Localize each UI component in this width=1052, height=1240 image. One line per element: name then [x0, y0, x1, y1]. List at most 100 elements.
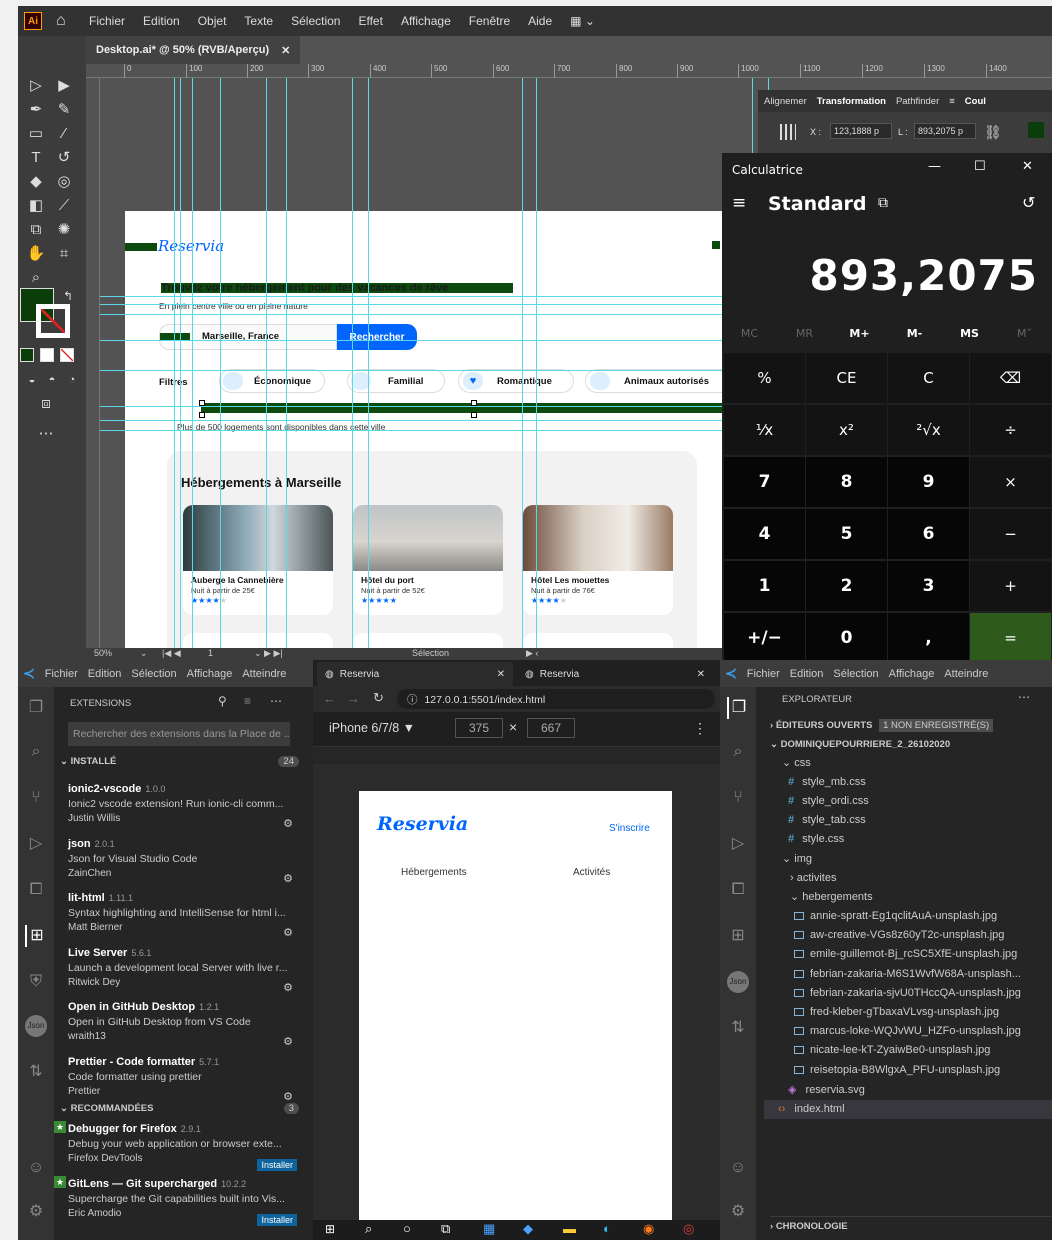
store-icon[interactable]: ◆	[523, 1221, 533, 1237]
file-image[interactable]: febrian-zakaria-M6S1WvfW68A-unsplash...	[794, 965, 1021, 984]
info-icon[interactable]: ⓘ	[407, 694, 418, 706]
workspace-switcher-icon[interactable]: ▦ ⌄	[561, 14, 604, 28]
selection-tool-icon[interactable]: ▷	[26, 76, 46, 96]
recommended-section-header[interactable]: ⌄ RECOMMANDÉES 3	[54, 1103, 299, 1119]
calc-key[interactable]: −	[970, 509, 1051, 559]
account-icon[interactable]: ☺	[25, 1157, 47, 1179]
menu-atteindre[interactable]: Atteindre	[237, 668, 291, 680]
calc-key[interactable]: 7	[724, 457, 805, 507]
calc-key[interactable]: 9	[888, 457, 969, 507]
menu-edition[interactable]: Edition	[83, 668, 127, 680]
more-tools-icon[interactable]: ⋯	[36, 424, 56, 444]
color-swatch[interactable]	[1028, 122, 1044, 138]
gear-icon[interactable]: ⚙	[283, 1035, 293, 1048]
file-image[interactable]: aw-creative-VGs8z60yT2c-unsplash.jpg	[794, 926, 1004, 945]
selection-handle[interactable]	[471, 412, 477, 418]
guide-line[interactable]	[266, 78, 267, 648]
zoom-level[interactable]: 50%	[94, 648, 112, 658]
menu-selection[interactable]: Sélection	[282, 14, 349, 28]
file-image[interactable]: febrian-zakaria-sjvU0THccQA-unsplash.jpg	[794, 984, 1021, 1003]
account-icon[interactable]: ☺	[727, 1157, 749, 1179]
memory-add-button[interactable]: M+	[832, 327, 887, 349]
close-icon[interactable]: ✕	[497, 669, 505, 680]
pull-request-icon[interactable]: ⇅	[727, 1017, 749, 1039]
panel-tab-transform[interactable]: Transformation	[817, 96, 886, 107]
type-tool-icon[interactable]: T	[26, 148, 46, 168]
browser-tab[interactable]: ◍ Reservia ✕	[517, 662, 713, 686]
file-image[interactable]: annie-spratt-Eg1qclitAuA-unsplash.jpg	[794, 907, 997, 926]
menu-affichage[interactable]: Affichage	[884, 668, 940, 680]
next-page-icon[interactable]: ⌄ ▶ ▶|	[254, 648, 283, 659]
extension-item[interactable]: json 2.0.1 Json for Visual Studio Code Zain…	[54, 836, 299, 890]
calc-key[interactable]: +/−	[724, 613, 805, 663]
calc-key[interactable]: 1	[724, 561, 805, 611]
eyedropper-tool-icon[interactable]: ⟋	[54, 196, 74, 216]
file-reservia-svg[interactable]: ◈ reservia.svg	[788, 1081, 865, 1100]
chrome-icon[interactable]: ◎	[683, 1221, 694, 1237]
extensions-search-input[interactable]: Rechercher des extensions dans la Place …	[68, 722, 290, 746]
calc-key[interactable]: 6	[888, 509, 969, 559]
keep-on-top-icon[interactable]: ⧉	[878, 195, 888, 211]
page-number[interactable]: 1	[208, 648, 213, 658]
guide-line[interactable]	[220, 78, 221, 648]
menu-effet[interactable]: Effet	[349, 14, 391, 28]
menu-fenetre[interactable]: Fenêtre	[460, 14, 519, 28]
guide-line[interactable]	[100, 296, 800, 297]
file-index-html[interactable]: ‹› index.html	[764, 1100, 1052, 1119]
gear-icon[interactable]: ⚙	[727, 1201, 749, 1223]
file-css[interactable]: # style_ordi.css	[788, 792, 869, 811]
menu-affichage[interactable]: Affichage	[182, 668, 238, 680]
close-icon[interactable]: ✕	[281, 44, 290, 57]
gear-icon[interactable]: ⚙	[283, 926, 293, 939]
explorer-icon[interactable]: ❐	[25, 697, 47, 719]
calc-key[interactable]: ×	[970, 457, 1051, 507]
hand-tool-icon[interactable]: ✋	[26, 244, 46, 264]
menu-selection[interactable]: Sélection	[828, 668, 883, 680]
zoom-tool-icon[interactable]: ⌕	[26, 268, 46, 288]
brush-tool-icon[interactable]: ⁄	[54, 124, 74, 144]
extension-item[interactable]: ★ GitLens — Git supercharged 10.2.2 Superch…	[54, 1175, 299, 1230]
install-button[interactable]: Installer	[257, 1159, 297, 1171]
close-icon[interactable]: ✕	[1022, 159, 1033, 174]
memory-store-button[interactable]: MS	[942, 327, 997, 349]
reload-icon[interactable]: ↻	[373, 690, 384, 706]
gear-icon[interactable]: ⚙	[283, 981, 293, 994]
guide-line[interactable]	[100, 340, 800, 341]
memory-list-button[interactable]: M˅	[997, 327, 1052, 349]
panel-tab-color[interactable]: Coul	[965, 96, 986, 107]
cortana-icon[interactable]: ○	[403, 1221, 411, 1236]
back-icon[interactable]: ←	[323, 691, 336, 706]
guide-line[interactable]	[100, 420, 800, 421]
search-icon[interactable]: ⌕	[365, 1221, 372, 1237]
address-bar[interactable]: ⓘ 127.0.0.1:5501/index.html	[397, 689, 715, 709]
install-button[interactable]: Installer	[257, 1213, 297, 1226]
browser-tab-active[interactable]: ◍ Reservia ✕	[317, 662, 513, 686]
remote-explorer-icon[interactable]: ⧠	[25, 879, 47, 901]
filter-icon[interactable]: ⚲	[218, 694, 227, 708]
blend-tool-icon[interactable]: ⧉	[26, 220, 46, 240]
run-debug-icon[interactable]: ▷	[25, 833, 47, 855]
memory-subtract-button[interactable]: M-	[887, 327, 942, 349]
edge-icon[interactable]: ◐	[603, 1221, 611, 1236]
source-control-icon[interactable]: ⑂	[727, 787, 749, 809]
folder-activites[interactable]: › activites	[790, 869, 836, 888]
guide-line[interactable]	[352, 78, 353, 648]
json-icon[interactable]: Json	[727, 971, 749, 993]
menu-edition[interactable]: Edition	[134, 14, 189, 28]
panel-tab-pathfinder[interactable]: Pathfinder	[896, 96, 939, 107]
windows-start-icon[interactable]: ⊞	[325, 1222, 335, 1236]
more-actions-icon[interactable]: ⋯	[1018, 690, 1030, 704]
calc-key[interactable]: 4	[724, 509, 805, 559]
timeline-header[interactable]: › CHRONOLOGIE	[770, 1216, 1052, 1235]
file-image[interactable]: nicate-lee-kT-ZyaiwBe0-unsplash.jpg	[794, 1041, 990, 1060]
file-image[interactable]: fred-kleber-gTbaxaVLvsg-unsplash.jpg	[794, 1003, 999, 1022]
extension-item[interactable]: ionic2-vscode 1.0.0 Ionic2 vscode extensio…	[54, 781, 299, 835]
calendar-icon[interactable]: ▦	[483, 1221, 495, 1237]
memory-recall-button[interactable]: MR	[777, 327, 832, 349]
minimize-icon[interactable]: —	[928, 159, 941, 174]
menu-selection[interactable]: Sélection	[126, 668, 181, 680]
draw-behind-icon[interactable]: ◓	[42, 370, 62, 390]
first-page-icon[interactable]: |◀ ◀	[162, 648, 181, 659]
guide-line[interactable]	[286, 78, 287, 648]
guide-line[interactable]	[100, 430, 800, 431]
